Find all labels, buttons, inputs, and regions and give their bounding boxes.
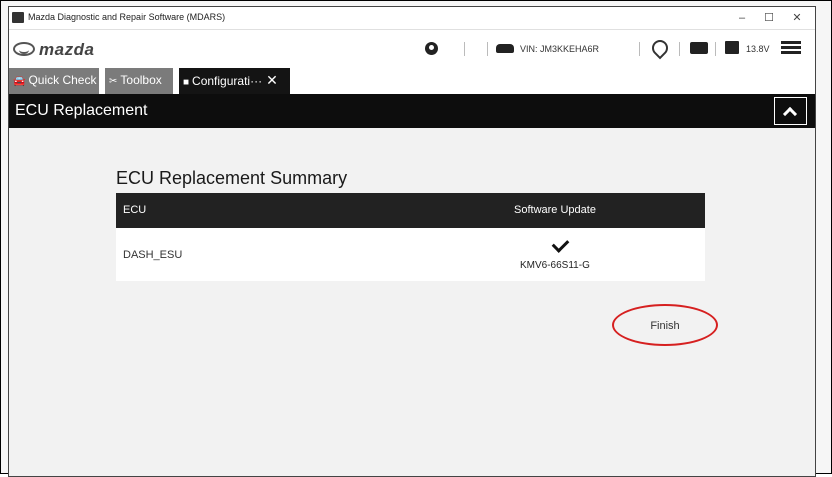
brand-logo-text: mazda — [39, 40, 95, 59]
hamburger-menu-icon[interactable] — [781, 41, 801, 55]
finish-button[interactable]: Finish — [612, 304, 718, 346]
vci-device-icon[interactable] — [690, 42, 708, 54]
column-header-ecu: ECU — [123, 204, 147, 216]
close-window-button[interactable]: ✕ — [787, 10, 807, 26]
check-icon — [551, 235, 570, 253]
table-row: DASH_ESU KMV6-66S11-G — [116, 228, 705, 281]
separator — [464, 42, 465, 56]
tab-bar: 🚘 Quick Check ✂ Toolbox ■ Configurati··· ✕ — [9, 68, 815, 94]
page-title: ECU Replacement — [15, 102, 148, 119]
collapse-button[interactable] — [774, 97, 807, 125]
battery-icon — [725, 41, 739, 54]
table-header: ECU Software Update — [116, 193, 705, 228]
connection-signal-icon[interactable] — [648, 36, 672, 60]
close-tab-icon[interactable]: ✕ — [266, 72, 278, 88]
car-check-icon: 🚘 — [13, 76, 26, 87]
user-icon[interactable] — [425, 42, 438, 55]
page-header: ECU Replacement — [9, 94, 815, 128]
vin-label: VIN: JM3KKEHA6R — [520, 44, 600, 54]
minimize-button[interactable]: – — [732, 10, 752, 26]
tab-label: Quick Check — [28, 73, 97, 87]
tab-quick-check[interactable]: 🚘 Quick Check — [9, 68, 99, 94]
ecu-name-cell: DASH_ESU — [123, 249, 183, 261]
brand-bar: mazda VIN: JM3KKEHA6R 13.8V — [9, 30, 815, 68]
mazda-logo-icon — [13, 42, 35, 56]
window-title: Mazda Diagnostic and Repair Software (MD… — [28, 12, 226, 22]
separator — [715, 42, 716, 56]
tab-label: Configurati··· — [192, 74, 263, 88]
ecu-summary-table: ECU Software Update DASH_ESU KMV6-66S11-… — [116, 193, 705, 281]
app-icon — [12, 12, 24, 23]
screenshot-frame: Mazda Diagnostic and Repair Software (MD… — [0, 0, 832, 477]
maximize-button[interactable]: ☐ — [759, 10, 779, 26]
tab-label: Toolbox — [120, 73, 162, 87]
separator — [487, 42, 488, 56]
battery-voltage: 13.8V — [746, 44, 770, 54]
tab-toolbox[interactable]: ✂ Toolbox — [105, 68, 173, 94]
title-bar: Mazda Diagnostic and Repair Software (MD… — [9, 7, 815, 30]
column-header-software-update: Software Update — [514, 204, 596, 216]
tab-configuration[interactable]: ■ Configurati··· ✕ — [179, 68, 290, 94]
software-version-cell: KMV6-66S11-G — [520, 260, 590, 271]
main-content: ECU Replacement Summary ECU Software Upd… — [9, 128, 815, 476]
chip-icon: ■ — [183, 77, 190, 88]
separator — [679, 42, 680, 56]
separator — [639, 42, 640, 56]
tools-icon: ✂ — [109, 76, 118, 87]
vehicle-icon — [496, 44, 514, 53]
app-window: Mazda Diagnostic and Repair Software (MD… — [8, 6, 816, 477]
summary-title: ECU Replacement Summary — [116, 168, 348, 188]
